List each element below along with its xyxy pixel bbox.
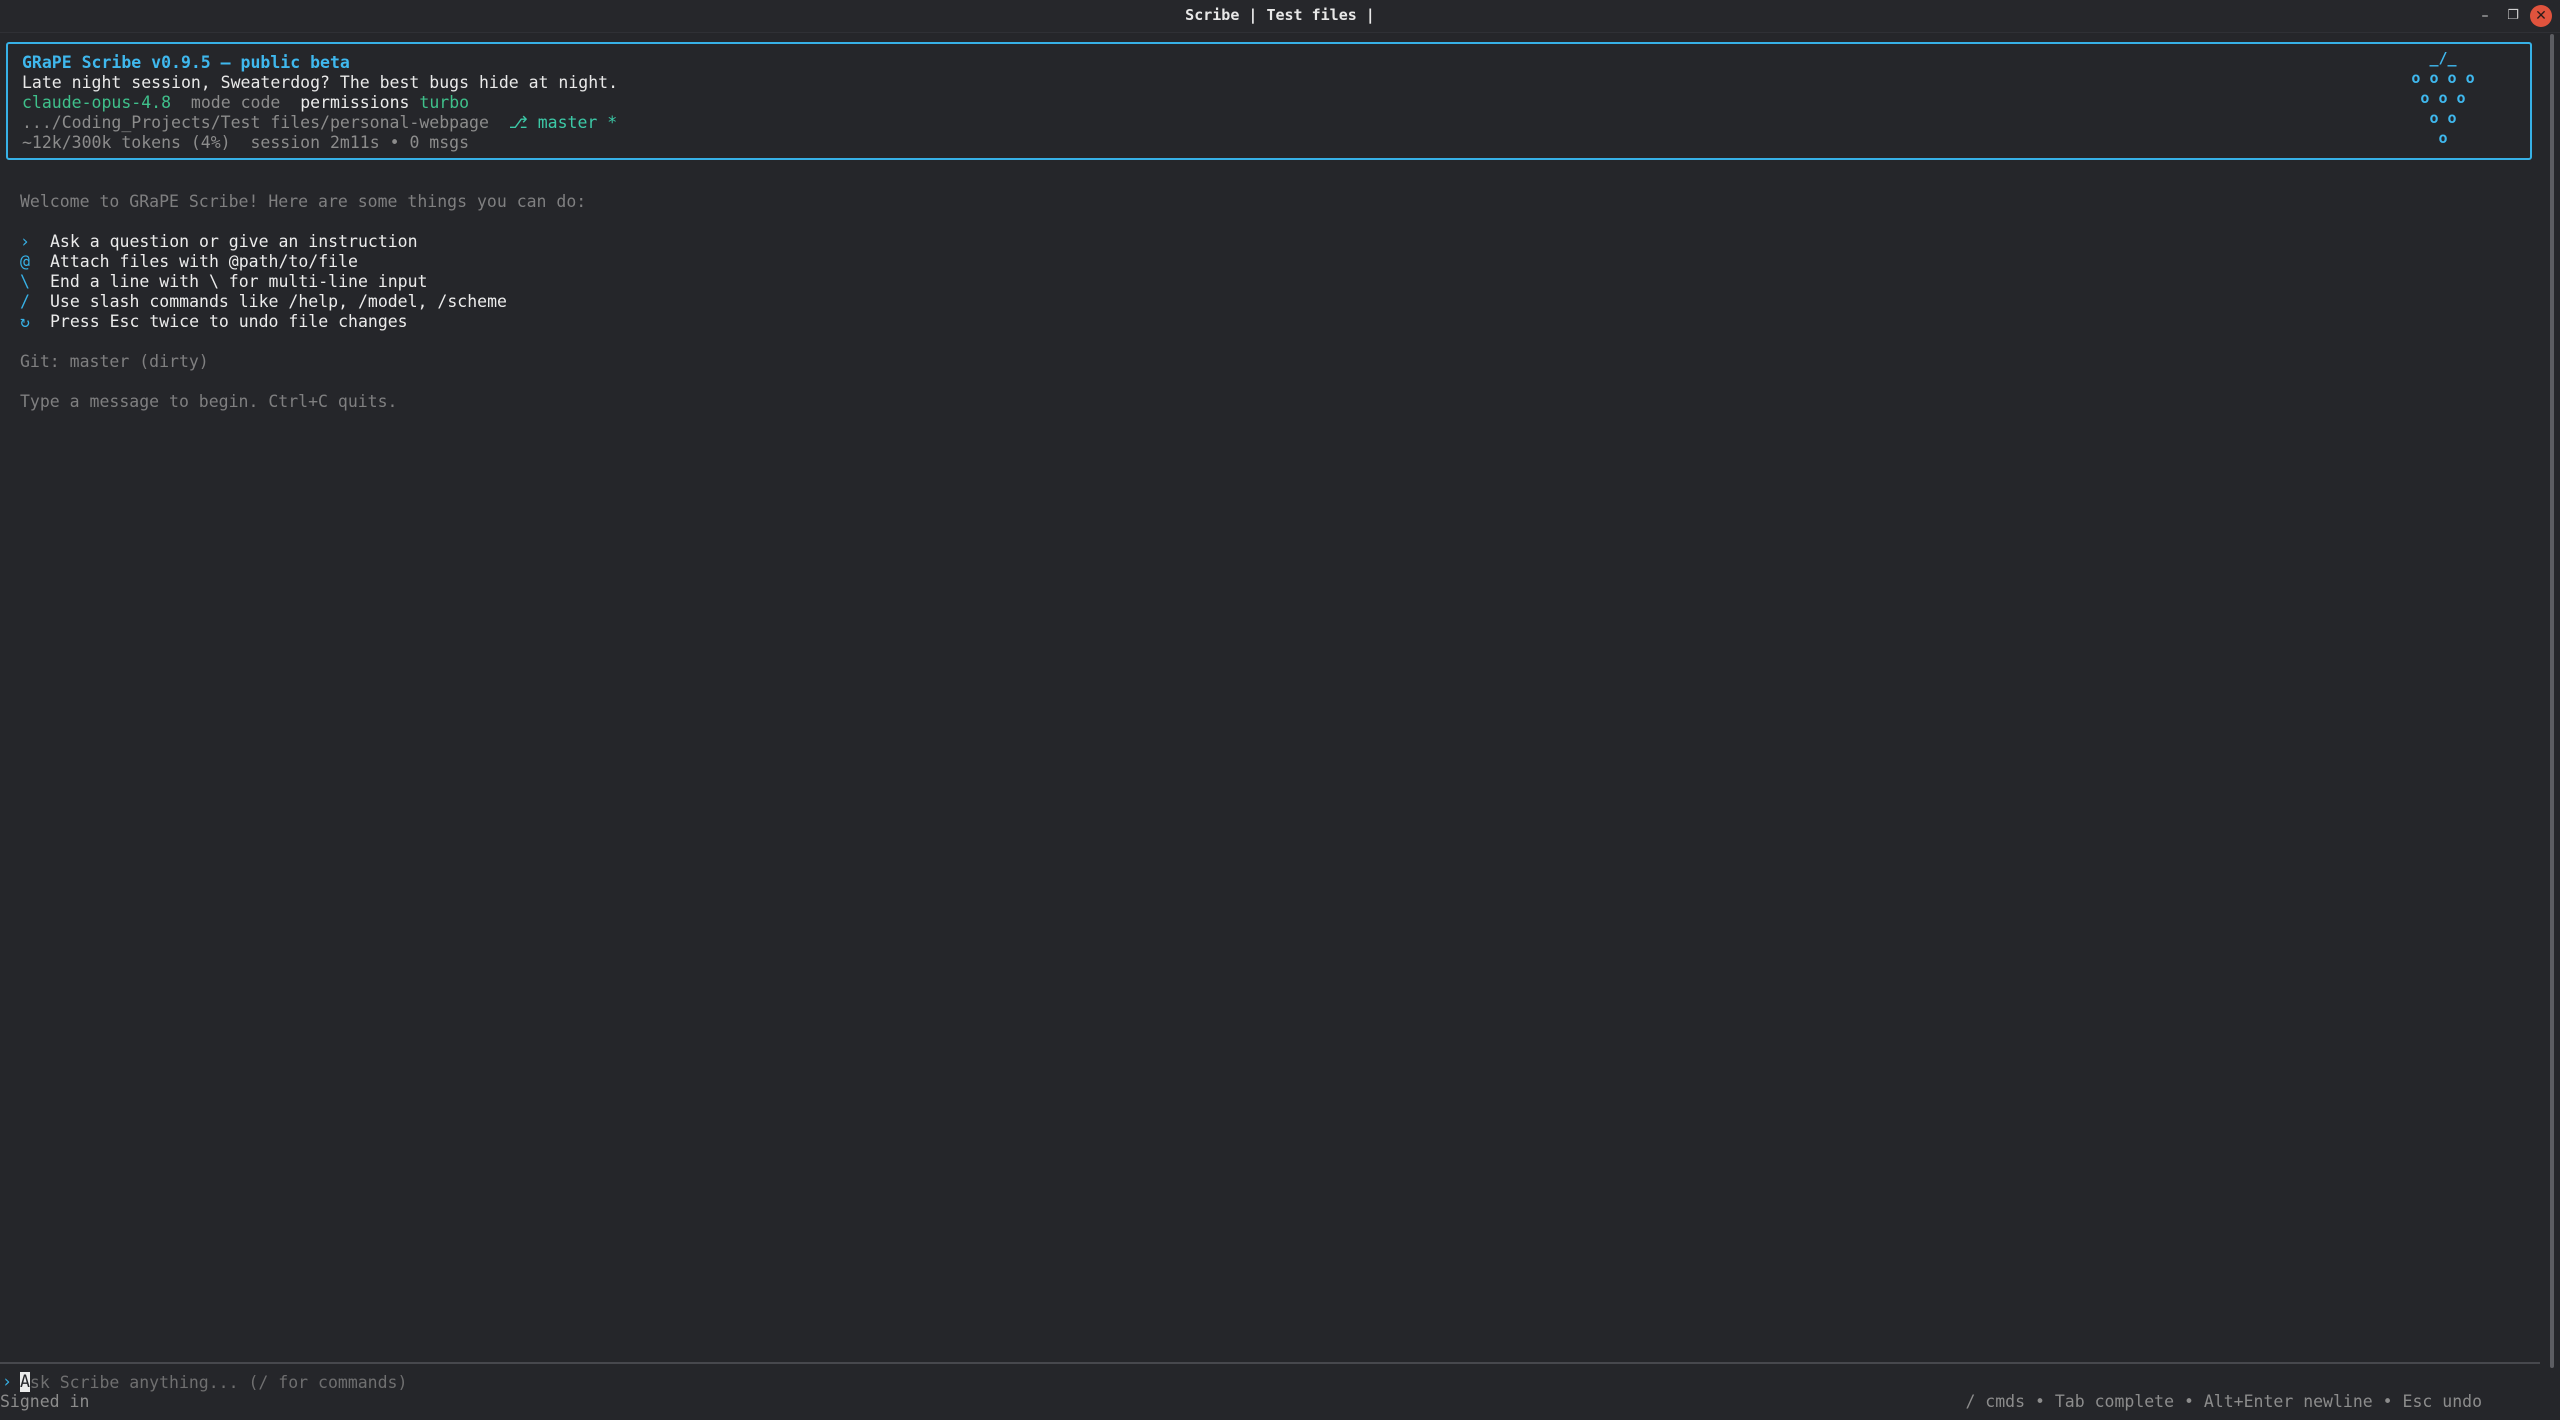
start-hint: Type a message to begin. Ctrl+C quits. <box>20 392 398 411</box>
session-config: claude-opus-4.8 mode code permissions tu… <box>22 93 469 113</box>
usage-line: ~12k/300k tokens (4%) session 2m11s • 0 … <box>22 133 469 153</box>
tip-text: Press Esc twice to undo file changes <box>50 312 408 331</box>
tip-item: ↻ Press Esc twice to undo file changes <box>20 312 408 332</box>
terminal-window: Scribe | Test files | – ❐ ✕ GRaPE Scribe… <box>0 0 2560 1420</box>
maximize-button[interactable]: ❐ <box>2502 5 2524 27</box>
model-name: claude-opus-4.8 <box>22 93 172 112</box>
close-button[interactable]: ✕ <box>2530 5 2552 27</box>
tip-item: \ End a line with \ for multi-line input <box>20 272 428 292</box>
tip-text: End a line with \ for multi-line input <box>50 272 428 291</box>
tip-item: @ Attach files with @path/to/file <box>20 252 358 272</box>
backslash-icon: \ <box>20 272 30 291</box>
tip-text: Use slash commands like /help, /model, /… <box>50 292 507 311</box>
project-path: .../Coding_Projects/Test files/personal-… <box>22 113 489 132</box>
minimize-button[interactable]: – <box>2474 5 2496 27</box>
permissions-value: turbo <box>419 93 470 112</box>
slash-icon: / <box>20 292 30 311</box>
input-divider <box>0 1362 2540 1364</box>
grape-logo-icon: _/_ o o o o o o o o o o <box>2411 49 2475 147</box>
shortcut-hints: / cmds • Tab complete • Alt+Enter newlin… <box>1965 1392 2482 1411</box>
permissions-label: permissions <box>300 93 410 112</box>
chevron-icon: › <box>20 232 30 251</box>
greeting: Late night session, Sweaterdog? The best… <box>22 73 619 92</box>
undo-icon: ↻ <box>20 312 30 331</box>
branch-name: master * <box>537 113 618 132</box>
app-title: GRaPE Scribe v0.9.5 – public beta <box>22 53 350 72</box>
title-bar: Scribe | Test files | – ❐ ✕ <box>0 0 2560 33</box>
mode-label: mode <box>190 93 231 112</box>
header-panel: GRaPE Scribe v0.9.5 – public beta Late n… <box>6 42 2532 160</box>
at-icon: @ <box>20 252 30 271</box>
tip-item: › Ask a question or give an instruction <box>20 232 418 252</box>
path-line: .../Coding_Projects/Test files/personal-… <box>22 113 617 133</box>
message-input[interactable] <box>20 1372 1920 1392</box>
welcome-message: Welcome to GRaPE Scribe! Here are some t… <box>20 192 587 211</box>
tip-text: Attach files with @path/to/file <box>50 252 358 271</box>
token-usage: ~12k/300k tokens (4%) <box>22 133 231 152</box>
text-cursor: A <box>20 1372 30 1392</box>
scrollbar[interactable] <box>2550 34 2554 1368</box>
session-info: session 2m11s • 0 msgs <box>250 133 470 152</box>
prompt-icon: › <box>2 1372 12 1391</box>
tip-item: / Use slash commands like /help, /model, … <box>20 292 507 312</box>
tip-text: Ask a question or give an instruction <box>50 232 418 251</box>
branch-icon: ⎇ <box>508 113 528 132</box>
git-status: Git: master (dirty) <box>20 352 209 371</box>
window-title: Scribe | Test files | <box>1185 6 1375 24</box>
auth-status: Signed in <box>0 1392 90 1411</box>
mode-value: code <box>240 93 281 112</box>
